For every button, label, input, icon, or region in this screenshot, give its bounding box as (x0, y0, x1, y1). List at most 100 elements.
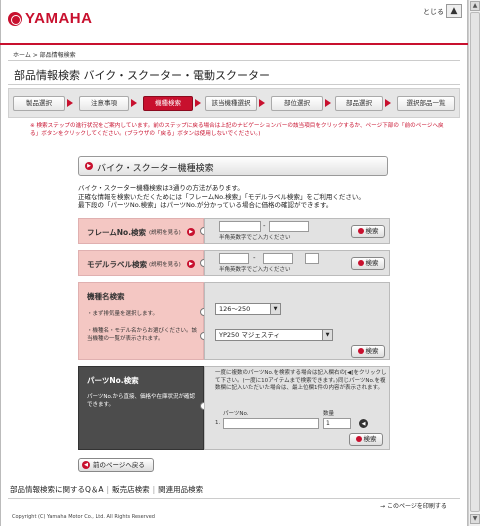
step-navigation: 製品選択 注意事項 機種検索 該当機種選択 部位選択 部品選択 選択部品一覧 (8, 88, 460, 118)
model-name-search-title: 機種名検索 (87, 292, 125, 301)
arrow-right-icon: ▶ (187, 228, 195, 236)
model-search-title: モデルラベル検索 (87, 260, 147, 269)
step-model-search[interactable]: 機種検索 (143, 96, 193, 111)
yamaha-emblem-icon (8, 11, 22, 26)
chevron-right-icon: ▶ (85, 162, 93, 170)
chevron-left-icon: ◀ (82, 461, 90, 469)
parts-search-title: パーツNo.検索 (87, 376, 139, 385)
scroll-up-icon[interactable]: ▲ (470, 1, 480, 11)
part-no-input[interactable] (223, 418, 319, 429)
model-search-button[interactable]: 検索 (351, 257, 385, 270)
separator: | (152, 485, 156, 494)
parts-search-label-panel: パーツNo.検索 パーツNo.から直接、価格や在庫状況が確認できます。 (78, 366, 204, 450)
step-arrow-icon (131, 99, 137, 107)
hyphen-text: - (253, 254, 256, 262)
page-title: 部品情報検索 バイク・スクーター・電動スクーター (14, 69, 271, 82)
displacement-select[interactable]: 126～250 ▼ (215, 303, 281, 315)
scroll-thumb[interactable] (470, 12, 480, 512)
yamaha-logo[interactable]: YAMAHA (8, 10, 92, 27)
header: YAMAHA とじる ▲ (0, 0, 468, 42)
dealer-search-link[interactable]: 販売店検索 (112, 485, 150, 494)
faq-link[interactable]: 部品情報検索に関するQ＆A (10, 485, 104, 494)
model-label-input-1[interactable] (219, 253, 249, 264)
separator: | (106, 485, 110, 494)
vertical-scrollbar[interactable]: ▲ ▼ (468, 0, 480, 526)
frame-no-input-1[interactable] (219, 221, 261, 232)
close-link[interactable]: とじる (423, 7, 444, 17)
divider (8, 60, 460, 61)
copyright: Copyright (C) Yamaha Motor Co., Ltd. All… (12, 514, 155, 520)
step-model-select[interactable]: 該当機種選択 (205, 96, 257, 111)
logo-text: YAMAHA (25, 10, 93, 27)
chevron-down-icon: ▼ (322, 330, 332, 340)
model-label-input-3[interactable] (305, 253, 319, 264)
model-name-step1: ・まず排気量を選択します。 (87, 311, 158, 317)
model-name-search-button[interactable]: 検索 (351, 345, 385, 358)
qty-input[interactable]: 1 (323, 418, 351, 429)
frame-search-title: フレームNo.検索 (87, 228, 147, 237)
close-arrow-icon[interactable]: ▲ (446, 4, 462, 18)
hyphen-text: - (263, 222, 266, 230)
arrow-right-icon: ▶ (187, 260, 195, 268)
add-row-arrow-icon[interactable]: ◀ (359, 419, 368, 428)
step-arrow-icon (385, 99, 391, 107)
scroll-down-icon[interactable]: ▼ (470, 514, 480, 524)
model-name-search-label-panel: 機種名検索 ・まず排気量を選択します。 ・機種名・モデル名からお選びください。該… (78, 282, 204, 360)
model-label-input-2[interactable] (263, 253, 293, 264)
model-search-label-panel: モデルラベル検索 (説明を見る) ▶ (78, 250, 204, 276)
frame-search-explain-link[interactable]: (説明を見る) (149, 228, 181, 236)
select-value: YP250 マジェスティ (219, 331, 280, 339)
divider (8, 84, 460, 85)
print-label: このページを印刷する (386, 503, 447, 510)
section-title: バイク・スクーター機種検索 (97, 164, 214, 174)
step-arrow-icon (195, 99, 201, 107)
search-dot-icon (357, 228, 364, 234)
part-no-column-header: パーツNo. (223, 411, 249, 417)
intro-line: 最下段の「パーツNo.検索」はパーツNo.が分かっている場合に価格の確認ができま… (78, 201, 333, 209)
print-link[interactable]: → このページを印刷する (380, 501, 447, 510)
search-dot-icon (355, 436, 362, 442)
frame-no-input-2[interactable] (269, 221, 309, 232)
search-dot-icon (357, 348, 364, 354)
breadcrumb[interactable]: ホーム > 部品情報検索 (13, 50, 76, 59)
model-name-search-input-panel: 126～250 ▼ YP250 マジェスティ ▼ 検索 (204, 282, 390, 360)
intro-line: バイク・スクーター機種検索は3通りの方法があります。 (78, 184, 244, 192)
step-area-select[interactable]: 部位選択 (271, 96, 323, 111)
parts-search-desc: パーツNo.から直接、価格や在庫状況が確認できます。 (87, 394, 196, 408)
model-search-input-panel: - 半角英数字でご入力ください 検索 (204, 250, 390, 276)
parts-search-input-panel: 一度に複数のパーツNo.を検索する場合は記入欄右の[◀]をクリックして下さい。(… (204, 366, 390, 450)
intro-text: バイク・スクーター機種検索は3通りの方法があります。 正確な情報を検索いただくた… (78, 184, 398, 210)
chevron-down-icon: ▼ (270, 304, 280, 314)
step-part-select[interactable]: 部品選択 (335, 96, 383, 111)
search-dot-icon (357, 260, 364, 266)
model-select[interactable]: YP250 マジェスティ ▼ (215, 329, 333, 341)
step-selected-parts[interactable]: 選択部品一覧 (397, 96, 455, 111)
accessories-link[interactable]: 関連用品検索 (158, 485, 203, 494)
step-arrow-icon (67, 99, 73, 107)
qty-column-header: 数量 (323, 411, 335, 417)
step-notes[interactable]: 注意事項 (79, 96, 129, 111)
button-label: 検索 (365, 227, 379, 235)
back-button[interactable]: ◀ 前のページへ戻る (78, 458, 154, 472)
step-product-select[interactable]: 製品選択 (13, 96, 65, 111)
parts-search-button[interactable]: 検索 (349, 433, 383, 446)
step-arrow-icon (259, 99, 265, 107)
divider (8, 498, 460, 499)
header-divider (0, 43, 468, 45)
model-name-step2: ・機種名・モデル名からお選びください。該当機種の一覧が表示されます。 (87, 328, 198, 342)
select-value: 126～250 (219, 305, 251, 313)
print-arrow-icon: → (380, 503, 386, 510)
footer-links: 部品情報検索に関するQ＆A | 販売店検索 | 関連用品検索 (10, 484, 203, 495)
frame-search-button[interactable]: 検索 (351, 225, 385, 238)
parts-search-instructions: 一度に複数のパーツNo.を検索する場合は記入欄右の[◀]をクリックして下さい。(… (215, 370, 387, 391)
section-header: ▶ バイク・スクーター機種検索 (78, 156, 388, 176)
frame-search-input-panel: - 半角英数字でご入力ください 検索 (204, 218, 390, 244)
row-index: 1. (215, 420, 221, 426)
step-arrow-icon (325, 99, 331, 107)
back-button-label: 前のページへ戻る (93, 461, 145, 469)
frame-search-hint: 半角英数字でご入力ください (219, 235, 291, 241)
model-search-explain-link[interactable]: (説明を見る) (149, 260, 181, 268)
button-label: 検索 (365, 347, 379, 355)
button-label: 検索 (363, 435, 377, 443)
model-search-hint: 半角英数字でご入力ください (219, 267, 291, 273)
